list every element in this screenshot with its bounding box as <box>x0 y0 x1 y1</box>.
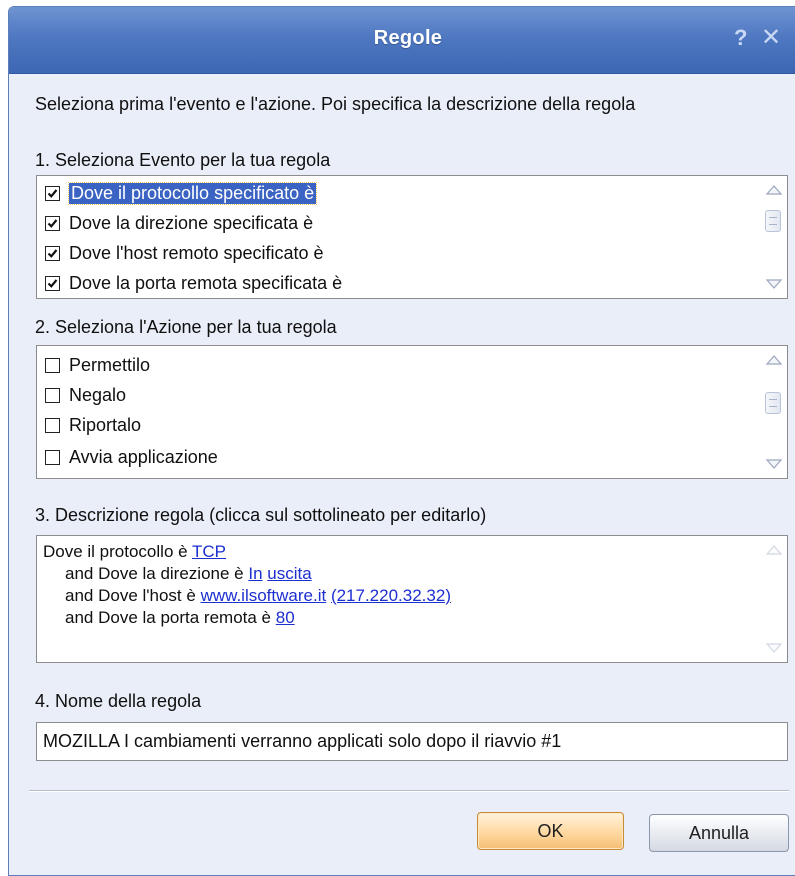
events-scrollbar[interactable] <box>763 178 785 296</box>
scroll-up-icon <box>765 545 783 555</box>
event-item-remote-port[interactable]: Dove la porta remota specificata è <box>45 268 342 298</box>
event-item-label: Dove il protocollo specificato è <box>67 181 318 205</box>
rules-dialog: Regole ? ✕ Seleziona prima l'evento e l'… <box>8 6 795 876</box>
intro-text: Seleziona prima l'evento e l'azione. Poi… <box>35 94 636 114</box>
event-item-label: Dove la direzione specificata è <box>69 212 314 233</box>
window-title: Regole <box>373 27 443 49</box>
checkbox-checked[interactable] <box>45 185 60 201</box>
events-listbox[interactable]: Dove il protocollo specificato è Dove la… <box>36 175 788 299</box>
action-item-label: Negalo <box>69 384 127 405</box>
direction-link-uscita[interactable]: uscita <box>267 564 311 583</box>
action-item-label: Avvia applicazione <box>69 446 218 467</box>
description-text: and Dove l'host è <box>65 586 201 605</box>
separator <box>29 790 789 792</box>
description-line-direction: and Dove la direzione è In uscita <box>65 564 312 584</box>
rule-name-label: 4. Nome della regola <box>35 691 202 711</box>
description-scrollbar <box>763 538 785 660</box>
actions-listbox[interactable]: Permettilo Negalo Riportalo Avvia applic… <box>36 345 788 479</box>
scroll-up-icon[interactable] <box>765 182 783 198</box>
action-item-allow[interactable]: Permettilo <box>45 350 150 380</box>
description-section-label: 3. Descrizione regola (clicca sul sottol… <box>35 505 487 525</box>
scroll-down-icon[interactable] <box>765 456 783 472</box>
checkbox-checked[interactable] <box>45 215 60 231</box>
scroll-up-icon[interactable] <box>765 352 783 368</box>
action-item-deny[interactable]: Negalo <box>45 380 126 410</box>
checkbox-unchecked[interactable] <box>45 387 60 403</box>
action-item-label: Riportalo <box>69 414 142 435</box>
description-line-host: and Dove l'host è www.ilsoftware.it (217… <box>65 586 451 606</box>
checkbox-unchecked[interactable] <box>45 417 60 433</box>
description-box: Dove il protocollo è TCP and Dove la dir… <box>36 535 788 663</box>
host-ip-link[interactable]: (217.220.32.32) <box>331 586 451 605</box>
events-section-label: 1. Seleziona Evento per la tua regola <box>35 150 331 170</box>
cancel-button[interactable]: Annulla <box>649 814 789 852</box>
ok-button[interactable]: OK <box>477 812 624 850</box>
checkbox-checked[interactable] <box>45 275 60 291</box>
action-item-report[interactable]: Riportalo <box>45 410 141 440</box>
host-link[interactable]: www.ilsoftware.it <box>201 586 327 605</box>
event-item-protocol[interactable]: Dove il protocollo specificato è <box>45 178 318 208</box>
event-item-label: Dove la porta remota specificata è <box>69 272 343 293</box>
description-text: Dove il protocollo è <box>43 542 192 561</box>
scroll-down-icon <box>765 643 783 653</box>
port-link[interactable]: 80 <box>276 608 295 627</box>
event-item-remote-host[interactable]: Dove l'host remoto specificato è <box>45 238 324 268</box>
protocol-link[interactable]: TCP <box>192 542 226 561</box>
title-bar[interactable]: Regole ? ✕ <box>9 7 795 74</box>
scroll-down-icon[interactable] <box>765 276 783 292</box>
action-item-launch-app[interactable]: Avvia applicazione <box>45 442 218 472</box>
checkbox-checked[interactable] <box>45 245 60 261</box>
description-line-protocol: Dove il protocollo è TCP <box>43 542 226 562</box>
event-item-label: Dove l'host remoto specificato è <box>69 242 324 263</box>
rule-name-input[interactable] <box>36 722 788 761</box>
action-item-label: Permettilo <box>69 354 151 375</box>
direction-link-in[interactable]: In <box>248 564 262 583</box>
close-icon[interactable]: ✕ <box>761 23 781 52</box>
actions-section-label: 2. Seleziona l'Azione per la tua regola <box>35 317 337 337</box>
description-text: and Dove la direzione è <box>65 564 249 583</box>
description-text: and Dove la porta remota è <box>65 608 276 627</box>
checkbox-unchecked[interactable] <box>45 449 60 465</box>
checkbox-unchecked[interactable] <box>45 357 60 373</box>
actions-scrollbar[interactable] <box>763 348 785 476</box>
scroll-thumb[interactable] <box>765 392 781 414</box>
description-line-port: and Dove la porta remota è 80 <box>65 608 295 628</box>
event-item-direction[interactable]: Dove la direzione specificata è <box>45 208 313 238</box>
scroll-thumb[interactable] <box>765 210 781 232</box>
help-icon[interactable]: ? <box>734 25 747 51</box>
